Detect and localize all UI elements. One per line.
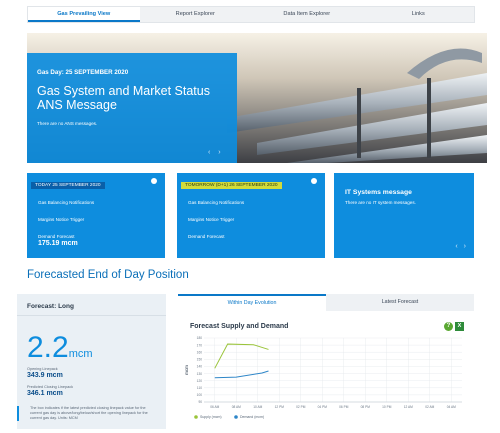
today-gas-balancing-link[interactable]: Gas Balancing Notifications [38, 200, 165, 205]
hero-title: Gas System and Market Status ANS Message [37, 84, 227, 112]
it-systems-subtitle: There are no IT system messages. [345, 200, 416, 205]
series-line-supply [214, 343, 269, 369]
supply-demand-chart: mcm 180 170 160 150 140 130 120 110 100 90 06 AM 08 … [184, 336, 462, 419]
forecast-big-value: 2.2mcm [27, 331, 93, 365]
forecast-value-number: 2.2 [27, 331, 69, 364]
help-icon[interactable]: ? [444, 322, 453, 331]
chart-tabs: Within Day Evolution Latest Forecast [178, 294, 474, 311]
legend-marker [234, 415, 238, 419]
x-tick-label: 06 PM [339, 405, 349, 409]
closing-linepack-value: 346.1 mcm [27, 390, 63, 397]
legend-marker [194, 415, 198, 419]
forecast-note: The box indicates if the latest predicte… [30, 406, 148, 420]
x-tick-label: 12 PM [275, 405, 285, 409]
x-tick-label: 08 AM [232, 405, 241, 409]
chart-panel: Within Day Evolution Latest Forecast For… [178, 294, 474, 429]
y-tick-label: 160 [197, 350, 203, 354]
y-tick-label: 150 [197, 358, 203, 362]
closing-linepack-label: Predicted Closing Linepack [27, 385, 74, 389]
legend-label: Supply (mcm) [200, 415, 222, 419]
x-tick-label: 10 AM [253, 405, 262, 409]
y-tick-label: 180 [197, 336, 203, 340]
hero-title-line1: Gas System and Market Status [37, 84, 210, 98]
it-systems-card: IT Systems message There are no IT syste… [334, 173, 474, 258]
info-icon[interactable] [311, 178, 317, 184]
hero-banner: Gas Day: 25 SEPTEMBER 2020 Gas System an… [27, 33, 487, 163]
tab-within-day-evolution[interactable]: Within Day Evolution [178, 294, 326, 311]
today-margins-notice-link[interactable]: Margins Notice Trigger [38, 217, 165, 222]
it-carousel-arrows[interactable]: ‹ › [455, 243, 468, 250]
tab-gas-prevailing-view[interactable]: Gas Prevailing View [28, 7, 140, 22]
info-icon[interactable] [151, 178, 157, 184]
it-systems-title: IT Systems message [345, 189, 412, 196]
x-tick-label: 04 PM [318, 405, 328, 409]
today-card: TODAY 25 SEPTEMBER 2020 Gas Balancing No… [27, 173, 165, 258]
today-demand-forecast-value: 175.19 mcm [38, 240, 78, 247]
forecast-header: Forecast: Long [17, 294, 166, 316]
gas-day-date: Gas Day: 25 SEPTEMBER 2020 [37, 69, 129, 76]
opening-linepack-value: 343.9 mcm [27, 372, 63, 379]
forecast-value-unit: mcm [68, 348, 93, 360]
note-accent-bar [17, 406, 19, 421]
x-tick-label: 02 PM [296, 405, 306, 409]
section-title: Forecasted End of Day Position [27, 269, 189, 281]
legend-label: Demand (mcm) [240, 415, 264, 419]
y-tick-label: 140 [197, 365, 203, 369]
today-demand-forecast-label[interactable]: Demand Forecast [38, 234, 165, 239]
excel-export-icon[interactable]: X [455, 322, 464, 331]
y-axis-label: mcm [184, 365, 189, 375]
tomorrow-demand-forecast-label[interactable]: Demand Forecast [188, 234, 325, 239]
y-tick-label: 170 [197, 343, 203, 347]
chart-title: Forecast Supply and Demand [190, 323, 289, 330]
chart-tools: ? X [444, 322, 464, 331]
y-tick-label: 110 [197, 386, 202, 390]
tomorrow-card-header: TOMORROW (D+1) 26 SEPTEMBER 2020 [181, 182, 282, 189]
ans-message-panel: Gas Day: 25 SEPTEMBER 2020 Gas System an… [27, 53, 237, 163]
tomorrow-card: TOMORROW (D+1) 26 SEPTEMBER 2020 Gas Bal… [177, 173, 325, 258]
y-tick-label: 90 [198, 400, 202, 404]
hero-title-line2: ANS Message [37, 98, 117, 112]
tab-data-item-explorer[interactable]: Data Item Explorer [251, 7, 363, 22]
today-card-header: TODAY 25 SEPTEMBER 2020 [31, 182, 105, 189]
y-tick-label: 100 [197, 393, 203, 397]
x-tick-label: 06 AM [210, 405, 219, 409]
tomorrow-margins-notice-link[interactable]: Margins Notice Trigger [188, 217, 325, 222]
main-tabs: Gas Prevailing View Report Explorer Data… [27, 6, 475, 23]
hero-subtitle: There are no ANS messages. [37, 121, 98, 126]
opening-linepack-label: Opening Linepack [27, 367, 58, 371]
x-tick-label: 08 PM [361, 405, 371, 409]
x-tick-label: 04 AM [447, 405, 456, 409]
tab-links[interactable]: Links [363, 7, 475, 22]
tab-report-explorer[interactable]: Report Explorer [140, 7, 252, 22]
tab-latest-forecast[interactable]: Latest Forecast [326, 294, 474, 311]
tomorrow-gas-balancing-link[interactable]: Gas Balancing Notifications [188, 200, 325, 205]
hero-carousel-arrows[interactable]: ‹ › [208, 149, 224, 156]
series-line-demand [214, 370, 269, 379]
x-tick-label: 12 AM [404, 405, 413, 409]
y-tick-label: 120 [197, 379, 203, 383]
x-tick-label: 02 AM [425, 405, 434, 409]
y-tick-label: 130 [197, 372, 203, 376]
x-tick-label: 10 PM [382, 405, 392, 409]
forecast-panel: Forecast: Long 2.2mcm Opening Linepack 3… [17, 294, 166, 429]
